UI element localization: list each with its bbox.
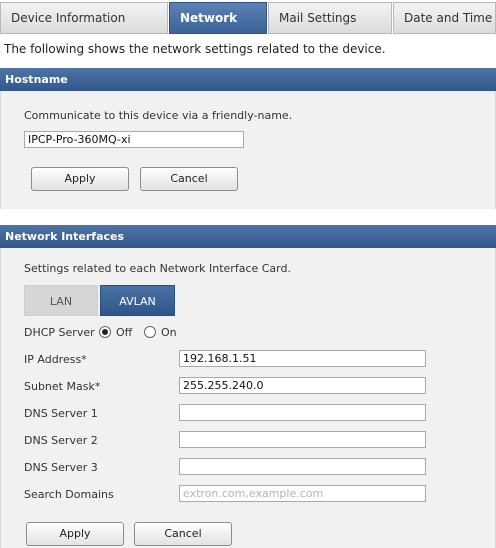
dhcp-on-radio[interactable] (144, 326, 156, 338)
network-apply-button[interactable]: Apply (26, 522, 124, 546)
search-domains-input[interactable] (179, 485, 426, 502)
tab-network[interactable]: Network (169, 2, 267, 34)
nic-tab-avlan[interactable]: AVLAN (100, 285, 175, 316)
network-cancel-button[interactable]: Cancel (134, 522, 232, 546)
tab-date-and-time[interactable]: Date and Time (393, 2, 496, 34)
dhcp-server-label: DHCP Server (24, 326, 95, 339)
search-domains-label: Search Domains (24, 488, 114, 501)
nic-tab-lan[interactable]: LAN (24, 285, 98, 316)
hostname-description: Communicate to this device via a friendl… (24, 109, 293, 122)
dns-server-2-input[interactable] (179, 431, 426, 448)
hostname-input[interactable] (24, 131, 244, 148)
network-interfaces-section-header: Network Interfaces (0, 225, 496, 248)
subnet-mask-input[interactable] (179, 377, 426, 394)
tab-bar: Device Information Network Mail Settings… (0, 0, 496, 36)
dhcp-off-radio[interactable] (99, 326, 111, 338)
subnet-mask-label: Subnet Mask* (24, 380, 101, 393)
ip-address-label: IP Address* (24, 353, 87, 366)
hostname-section-header: Hostname (0, 68, 496, 91)
dns-server-3-label: DNS Server 3 (24, 461, 98, 474)
tab-mail-settings[interactable]: Mail Settings (268, 2, 392, 34)
dns-server-1-label: DNS Server 1 (24, 407, 98, 420)
hostname-cancel-button[interactable]: Cancel (140, 167, 238, 191)
intro-text: The following shows the network settings… (4, 42, 386, 56)
tab-device-information[interactable]: Device Information (0, 2, 168, 34)
dhcp-on-label: On (161, 326, 177, 339)
ip-address-input[interactable] (179, 350, 426, 367)
dns-server-3-input[interactable] (179, 458, 426, 475)
dhcp-off-label: Off (116, 326, 133, 339)
dns-server-1-input[interactable] (179, 404, 426, 421)
dns-server-2-label: DNS Server 2 (24, 434, 98, 447)
hostname-apply-button[interactable]: Apply (31, 167, 129, 191)
network-interfaces-description: Settings related to each Network Interfa… (24, 262, 291, 275)
